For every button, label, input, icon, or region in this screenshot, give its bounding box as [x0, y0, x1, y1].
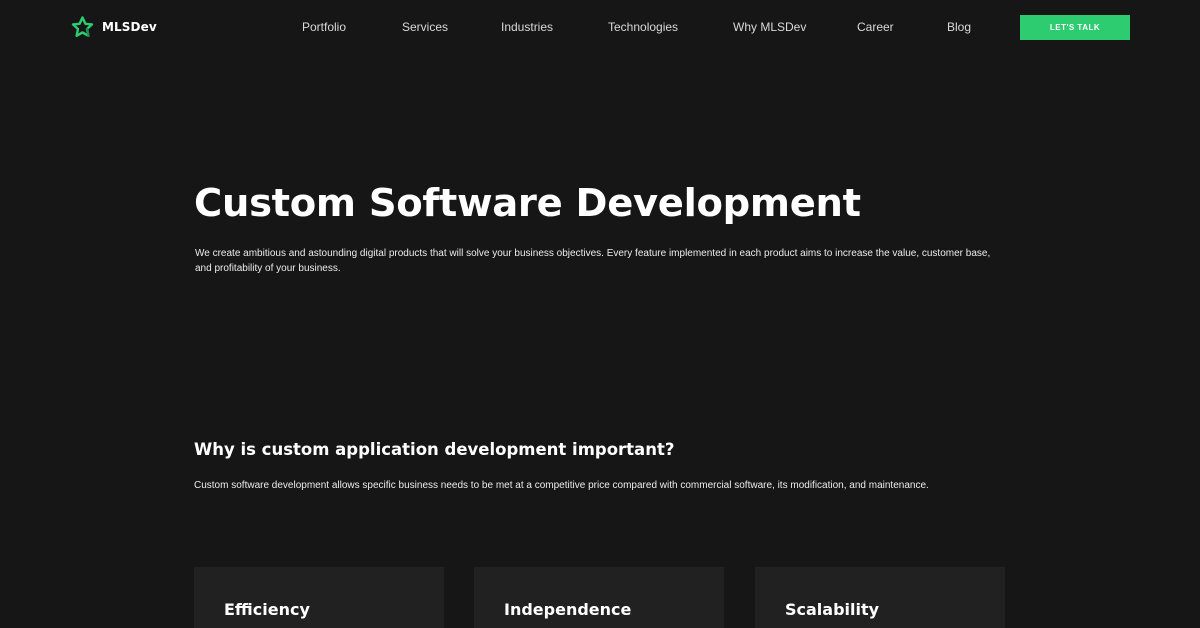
logo-text: MLSDev	[102, 20, 157, 34]
star-logo-icon	[71, 16, 94, 37]
benefit-card-independence: Independence	[474, 567, 724, 628]
card-title: Independence	[504, 600, 632, 619]
nav-career[interactable]: Career	[857, 20, 894, 34]
hero-description: We create ambitious and astounding digit…	[195, 248, 991, 274]
nav-industries[interactable]: Industries	[501, 20, 553, 34]
card-title: Efficiency	[224, 600, 310, 619]
section-description: Custom software development allows speci…	[194, 480, 929, 491]
site-header: MLSDev Portfolio Services Industries Tec…	[0, 0, 1200, 56]
nav-portfolio[interactable]: Portfolio	[302, 20, 346, 34]
nav-services[interactable]: Services	[402, 20, 448, 34]
nav-why-mlsdev[interactable]: Why MLSDev	[733, 20, 806, 34]
card-title: Scalability	[785, 600, 880, 619]
benefit-card-efficiency: Efficiency	[194, 567, 444, 628]
logo-link[interactable]: MLSDev	[70, 14, 157, 40]
lets-talk-button[interactable]: LET'S TALK	[1020, 15, 1130, 40]
hero-title: Custom Software Development	[194, 181, 861, 226]
nav-technologies[interactable]: Technologies	[608, 20, 678, 34]
nav-blog[interactable]: Blog	[947, 20, 971, 34]
benefit-card-scalability: Scalability	[755, 567, 1005, 628]
section-title: Why is custom application development im…	[194, 440, 675, 459]
